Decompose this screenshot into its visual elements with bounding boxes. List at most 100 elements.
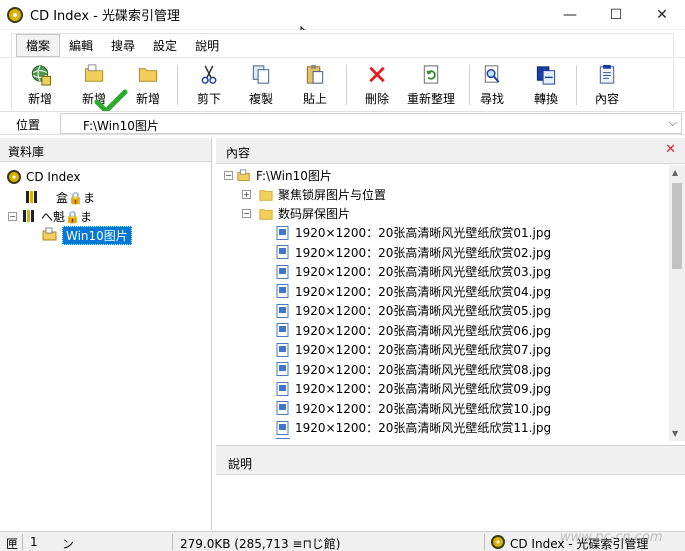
find-button[interactable]: 尋找 xyxy=(472,61,512,107)
address-label: 位置 xyxy=(16,118,41,132)
globe-plus-icon xyxy=(31,65,52,86)
close-pane-icon[interactable]: ✕ xyxy=(665,142,676,157)
cut-button[interactable]: 剪下 xyxy=(189,61,229,107)
status-separator xyxy=(22,534,23,550)
vertical-scrollbar[interactable]: ▲ ▼ xyxy=(669,165,685,441)
file-row-partial xyxy=(276,438,290,441)
file-row[interactable]: 1920×1200：20张高清晰风光壁纸欣赏04.jpg xyxy=(276,282,551,301)
image-file-icon xyxy=(276,225,289,240)
menu-file[interactable]: 檔案 xyxy=(16,34,61,57)
copy-icon xyxy=(252,65,270,84)
file-row[interactable]: 1920×1200：20张高清晰风光壁纸欣赏09.jpg xyxy=(276,379,551,398)
file-name: 1920×1200：20张高清晰风光壁纸欣赏03.jpg xyxy=(295,265,552,279)
list-root-label: F:\Win10图片 xyxy=(256,169,332,183)
file-name: 1920×1200：20张高清晰风光壁纸欣赏11.jpg xyxy=(295,421,552,435)
cd-index-icon xyxy=(7,170,21,184)
tree-item[interactable]: 盒🔒ま xyxy=(24,188,95,206)
delete-button[interactable]: 刪除 xyxy=(357,61,397,107)
cut-label: 剪下 xyxy=(196,92,221,106)
tree-item-selected[interactable]: Win10图片 xyxy=(42,225,132,245)
toolbar-separator xyxy=(469,65,470,105)
image-file-icon xyxy=(276,323,289,337)
description-pane: 說明 xyxy=(216,445,685,530)
close-button[interactable]: ✕ xyxy=(639,0,685,30)
status-count: 1 xyxy=(30,535,38,549)
file-name: 1920×1200：20张高清晰风光壁纸欣赏04.jpg xyxy=(295,284,552,299)
new-item-label: 新增 xyxy=(135,92,160,106)
find-label: 尋找 xyxy=(479,92,504,106)
refresh-icon xyxy=(423,65,439,84)
paste-button[interactable]: 貼上 xyxy=(295,61,335,107)
contents-pane: 內容 ✕ − F:\Win10图片 + 聚焦锁屏图片与位置 − 数码屏保图片 1… xyxy=(216,138,685,441)
image-file-icon xyxy=(276,245,289,259)
properties-label: 內容 xyxy=(594,92,619,106)
maximize-button[interactable]: ☐ xyxy=(593,0,639,30)
list-folder-label: 聚焦锁屏图片与位置 xyxy=(278,188,387,202)
file-name: 1920×1200：20张高清晰风光壁纸欣赏08.jpg xyxy=(295,362,552,377)
menu-edit[interactable]: 編輯 xyxy=(60,35,102,56)
tree-root[interactable]: CD Index xyxy=(6,168,80,186)
description-pane-title: 說明 xyxy=(216,446,685,475)
file-name: 1920×1200：20张高清晰风光壁纸欣赏07.jpg xyxy=(295,343,552,357)
folder-icon xyxy=(259,208,273,220)
collapse-icon[interactable]: − xyxy=(8,211,17,221)
toolbar-separator xyxy=(576,65,577,105)
new-item-button[interactable]: 新增 xyxy=(128,61,168,107)
tree-item[interactable]: − へ魁🔒ま xyxy=(8,207,92,225)
copy-label: 複製 xyxy=(248,92,273,106)
tree-item-label: 盒🔒ま xyxy=(56,190,95,205)
scroll-down-icon[interactable]: ▼ xyxy=(672,429,678,438)
list-folder[interactable]: − 数码屏保图片 xyxy=(242,204,350,223)
refresh-button[interactable]: 重新整理 xyxy=(402,61,460,107)
file-row[interactable]: 1920×1200：20张高清晰风光壁纸欣赏06.jpg xyxy=(276,321,551,340)
folder-disc-icon xyxy=(42,227,57,241)
disc-box-icon xyxy=(26,191,37,203)
file-row[interactable]: 1920×1200：20张高清晰风光壁纸欣赏07.jpg xyxy=(276,340,551,359)
menu-settings[interactable]: 設定 xyxy=(144,35,186,56)
new-disc-button[interactable]: 新增 xyxy=(20,61,60,107)
menu-help[interactable]: 說明 xyxy=(186,35,228,56)
scroll-up-icon[interactable]: ▲ xyxy=(672,168,678,177)
collapse-icon[interactable]: − xyxy=(242,209,251,218)
delete-x-icon xyxy=(369,66,385,83)
image-file-icon xyxy=(276,342,289,357)
file-row[interactable]: 1920×1200：20张高清晰风光壁纸欣赏02.jpg xyxy=(276,243,551,262)
image-file-icon xyxy=(276,420,289,435)
expand-icon[interactable]: + xyxy=(242,190,251,199)
address-bar: 位置 F:\Win10图片 ⌵ xyxy=(0,111,685,135)
file-row[interactable]: 1920×1200：20张高清晰风光壁纸欣赏01.jpg xyxy=(276,223,551,242)
status-field-3: ン xyxy=(62,537,75,551)
find-icon xyxy=(484,65,500,83)
properties-icon xyxy=(599,64,615,84)
chevron-down-icon[interactable]: ⌵ xyxy=(669,116,677,130)
file-name: 1920×1200：20张高清晰风光壁纸欣赏01.jpg xyxy=(295,226,552,240)
file-row[interactable]: 1920×1200：20张高清晰风光壁纸欣赏05.jpg xyxy=(276,301,551,320)
cd-index-icon xyxy=(491,535,505,549)
list-folder[interactable]: + 聚焦锁屏图片与位置 xyxy=(242,185,386,204)
contents-list: − F:\Win10图片 + 聚焦锁屏图片与位置 − 数码屏保图片 1920×1… xyxy=(216,165,685,441)
file-row[interactable]: 1920×1200：20张高清晰风光壁纸欣赏10.jpg xyxy=(276,399,551,418)
new-disc-label: 新增 xyxy=(27,92,52,106)
convert-button[interactable]: 轉換 xyxy=(526,61,566,107)
image-file-icon xyxy=(276,264,289,279)
file-row[interactable]: 1920×1200：20张高清晰风光壁纸欣赏08.jpg xyxy=(276,360,551,379)
image-file-icon xyxy=(276,362,289,376)
menu-search[interactable]: 搜尋 xyxy=(102,35,144,56)
file-row[interactable]: 1920×1200：20张高清晰风光壁纸欣赏11.jpg xyxy=(276,418,551,437)
list-root[interactable]: − F:\Win10图片 xyxy=(224,166,332,185)
address-field[interactable]: F:\Win10图片 ⌵ xyxy=(60,113,682,134)
copy-button[interactable]: 複製 xyxy=(241,61,281,107)
collapse-icon[interactable]: − xyxy=(224,171,233,180)
file-name: 1920×1200：20张高清晰风光壁纸欣赏09.jpg xyxy=(295,382,552,396)
status-size: 279.0KB (285,713 ≡⊓じ館) xyxy=(180,537,341,551)
file-name: 1920×1200：20张高清晰风光壁纸欣赏10.jpg xyxy=(295,401,552,416)
scrollbar-thumb[interactable] xyxy=(672,183,682,269)
image-file-icon xyxy=(276,381,289,396)
image-file-icon xyxy=(276,284,289,298)
toolbar: 新增 新增 新增 剪下 複製 貼上 刪除 重新整理 尋找 轉換 內容 xyxy=(11,59,674,115)
file-row[interactable]: 1920×1200：20张高清晰风光壁纸欣赏03.jpg xyxy=(276,262,551,281)
tree-selected-label: Win10图片 xyxy=(62,225,132,245)
properties-button[interactable]: 內容 xyxy=(587,61,627,107)
image-file-icon xyxy=(276,303,289,318)
minimize-button[interactable]: — xyxy=(547,0,593,30)
